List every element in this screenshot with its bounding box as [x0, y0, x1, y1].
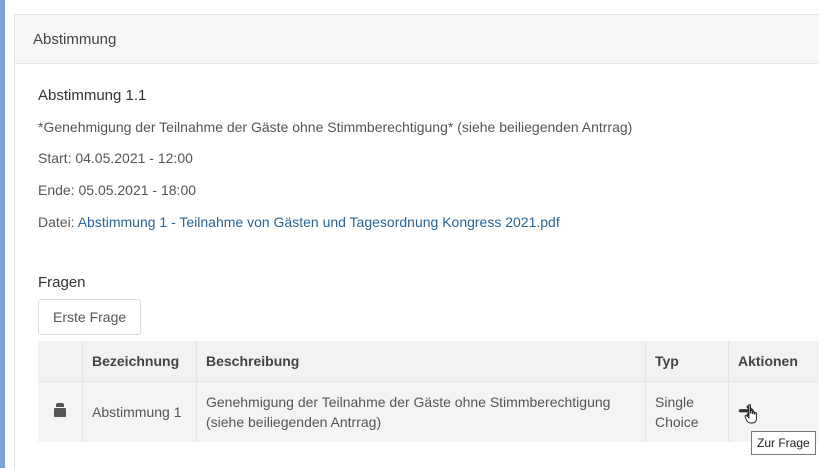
row-description: Genehmigung der Teilnahme der Gäste ohne…	[197, 382, 646, 443]
column-header-icon	[38, 341, 83, 382]
table-row: Abstimmung 1 Genehmigung der Teilnahme d…	[38, 382, 819, 443]
column-header-actions: Aktionen	[729, 341, 819, 382]
panel-header: Abstimmung	[15, 15, 819, 64]
vote-end: Ende: 05.05.2021 - 18:00	[38, 182, 196, 198]
vote-title: Abstimmung 1.1	[38, 87, 146, 104]
questions-section-title: Fragen	[38, 274, 86, 291]
left-accent-bar	[0, 0, 5, 468]
vote-file-line: Datei: Abstimmung 1 - Teilnahme von Gäst…	[38, 214, 560, 230]
row-icon-cell	[38, 382, 83, 443]
hand-cursor-icon	[744, 404, 758, 424]
questions-table: Bezeichnung Beschreibung Typ Aktionen Ab…	[38, 341, 819, 442]
first-question-button[interactable]: Erste Frage	[38, 299, 141, 335]
ballot-icon	[54, 403, 66, 417]
top-cut-off-strip	[0, 0, 819, 14]
panel-header-title: Abstimmung	[33, 31, 116, 48]
column-header-description: Beschreibung	[197, 341, 646, 382]
vote-file-link[interactable]: Abstimmung 1 - Teilnahme von Gästen und …	[78, 214, 560, 230]
row-name: Abstimmung 1	[83, 382, 197, 443]
tooltip: Zur Frage	[751, 431, 816, 455]
vote-description: *Genehmigung der Teilnahme der Gäste ohn…	[38, 119, 632, 135]
vote-file-label: Datei:	[38, 214, 78, 230]
column-header-name: Bezeichnung	[83, 341, 197, 382]
column-header-type: Typ	[646, 341, 729, 382]
row-type: Single Choice	[646, 382, 729, 443]
table-header-row: Bezeichnung Beschreibung Typ Aktionen	[38, 341, 819, 382]
vote-start: Start: 04.05.2021 - 12:00	[38, 150, 193, 166]
vote-panel: Abstimmung Abstimmung 1.1 *Genehmigung d…	[14, 14, 819, 469]
